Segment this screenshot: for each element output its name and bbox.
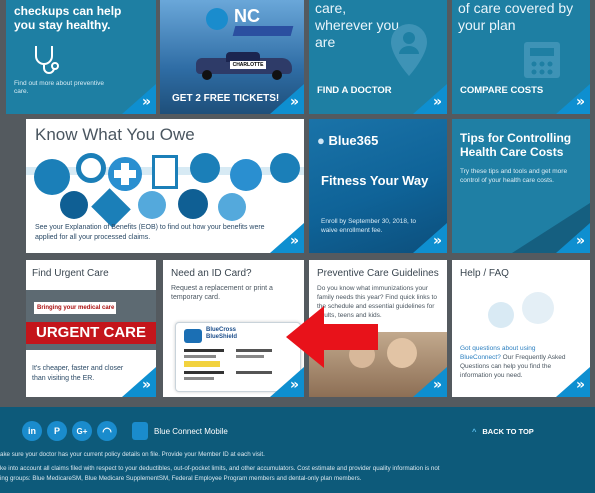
document-icon	[152, 155, 178, 189]
owe-graphic	[26, 153, 304, 228]
compare-costs-tile[interactable]: of care covered by your plan COMPARE COS…	[452, 0, 590, 114]
checkups-tile[interactable]: checkups can help you stay healthy. Find…	[6, 0, 156, 114]
fitness-title: Fitness Your Way	[321, 173, 429, 188]
chevron-right-icon[interactable]: »	[122, 84, 156, 114]
rss-icon[interactable]: ◠	[97, 421, 117, 441]
google-plus-icon[interactable]: G+	[72, 421, 92, 441]
id-card-tile[interactable]: Need an ID Card? Request a replacement o…	[163, 260, 304, 397]
compare-headline: of care covered by your plan	[458, 0, 574, 33]
compare-costs-label: COMPARE COSTS	[460, 85, 544, 96]
faq-graphic	[482, 288, 562, 336]
tickets-tile[interactable]: NC CHARLOTTE GET 2 FREE TICKETS! »	[160, 0, 304, 114]
find-doctor-label: FIND A DOCTOR	[317, 85, 392, 96]
id-card-image: BlueCross BlueShield	[175, 322, 301, 392]
calculator-icon	[524, 42, 560, 78]
tips-title: Tips for Controlling Health Care Costs	[460, 131, 572, 159]
footer-line-3: ing groups: Blue MedicareSM, Blue Medica…	[0, 475, 362, 482]
fitness-body: Enroll by September 30, 2018, to waive e…	[321, 218, 417, 234]
medical-cross-icon	[108, 157, 142, 191]
faq-body: Got questions about using BlueConnect? O…	[460, 345, 566, 379]
tickets-label: GET 2 FREE TICKETS!	[172, 93, 280, 104]
fitness-tile[interactable]: ● Blue365 Fitness Your Way Enroll by Sep…	[309, 119, 447, 253]
footer-line-2: ke into account all claims filed with re…	[0, 465, 440, 472]
know-what-you-owe-tile[interactable]: Know What You Owe See your Explanation o…	[26, 119, 304, 253]
checkups-link[interactable]: Find out more about preventive care.	[14, 80, 109, 96]
urgent-title: Find Urgent Care	[32, 268, 109, 279]
owe-body: See your Explanation of Benefits (EOB) t…	[35, 224, 265, 241]
race-car: CHARLOTTE	[196, 48, 292, 80]
urgent-care-tile[interactable]: Find Urgent Care Bringing your medical c…	[26, 260, 156, 397]
mobile-label: Blue Connect Mobile	[154, 426, 228, 436]
checkups-title: checkups can help you stay healthy.	[14, 4, 122, 32]
back-to-top-button[interactable]: ^ BACK TO TOP	[472, 427, 534, 436]
urgent-photo: Bringing your medical care URGENT CARE	[26, 290, 156, 350]
footer: in P G+ ◠ Blue Connect Mobile ^ BACK TO T…	[0, 407, 595, 493]
chevron-right-icon[interactable]: »	[413, 84, 447, 114]
red-arrow-icon	[286, 306, 378, 368]
owe-title: Know What You Owe	[35, 125, 195, 144]
tips-body: Try these tips and tools and get more co…	[460, 168, 568, 184]
mobile-app-icon	[132, 422, 148, 440]
nc-logo: NC	[206, 6, 296, 40]
blue-connect-mobile-link[interactable]: Blue Connect Mobile	[132, 422, 228, 440]
faq-title: Help / FAQ	[460, 268, 509, 279]
tips-tile[interactable]: Tips for Controlling Health Care Costs T…	[452, 119, 590, 253]
blue365-logo: ● Blue365	[317, 133, 379, 148]
pills-icon	[230, 159, 262, 191]
guidelines-title: Preventive Care Guidelines	[317, 268, 439, 279]
idcard-body: Request a replacement or print a tempora…	[171, 285, 273, 301]
chevron-right-icon[interactable]: »	[556, 84, 590, 114]
chevron-up-icon: ^	[472, 427, 477, 436]
idcard-title: Need an ID Card?	[171, 268, 252, 279]
chevron-right-icon[interactable]: »	[270, 223, 304, 253]
footer-line-1: ake sure your doctor has your current po…	[0, 451, 265, 458]
linkedin-icon[interactable]: in	[22, 421, 42, 441]
person-pin-icon	[391, 24, 427, 76]
bcbs-logo-icon	[184, 329, 202, 343]
pinterest-icon[interactable]: P	[47, 421, 67, 441]
find-doctor-tile[interactable]: care, wherever you are FIND A DOCTOR »	[309, 0, 447, 114]
urgent-body: It's cheaper, faster and closer than vis…	[32, 365, 124, 382]
stethoscope-icon	[35, 46, 59, 74]
help-faq-tile[interactable]: Help / FAQ Got questions about using Blu…	[452, 260, 590, 397]
